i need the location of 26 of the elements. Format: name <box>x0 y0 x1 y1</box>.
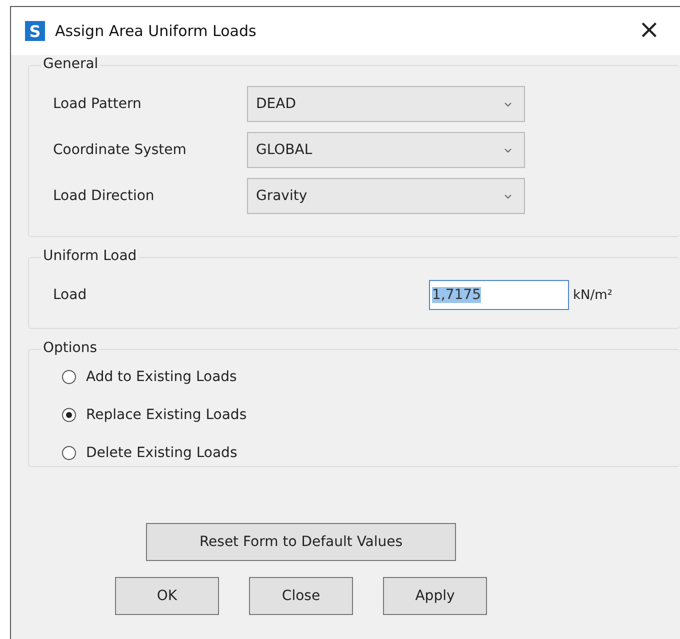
window-title: Assign Area Uniform Loads <box>55 22 256 40</box>
radio-button[interactable] <box>62 370 76 384</box>
radio-label[interactable]: Delete Existing Loads <box>86 445 238 461</box>
dialog-button[interactable]: Close <box>249 577 353 615</box>
field-label: Load Direction <box>52 188 156 204</box>
radio-button[interactable] <box>62 408 76 422</box>
chevron-down-icon <box>504 148 512 152</box>
reset-button[interactable]: Reset Form to Default Values <box>146 523 456 561</box>
dropdown-field[interactable]: Gravity <box>247 178 525 214</box>
dialog-button[interactable]: Apply <box>383 577 487 615</box>
load-input-field[interactable]: 1,7175 <box>429 280 569 310</box>
dialog-button[interactable]: OK <box>115 577 219 615</box>
close-button[interactable]: × <box>638 17 660 43</box>
dropdown-field[interactable]: DEAD <box>247 86 525 122</box>
chevron-down-icon <box>504 194 512 198</box>
field-label: Load Pattern <box>52 96 142 112</box>
field-label: Load <box>52 287 88 303</box>
radio-label[interactable]: Add to Existing Loads <box>86 369 237 385</box>
radio-button[interactable] <box>62 446 76 460</box>
unit-label: kN/m² <box>573 288 613 302</box>
chevron-down-icon <box>504 102 512 106</box>
field-label: Coordinate System <box>52 142 188 158</box>
dropdown-field[interactable]: GLOBAL <box>247 132 525 168</box>
group-title: Options <box>41 340 100 356</box>
app-logo: S <box>25 21 45 41</box>
radio-label[interactable]: Replace Existing Loads <box>86 407 247 423</box>
